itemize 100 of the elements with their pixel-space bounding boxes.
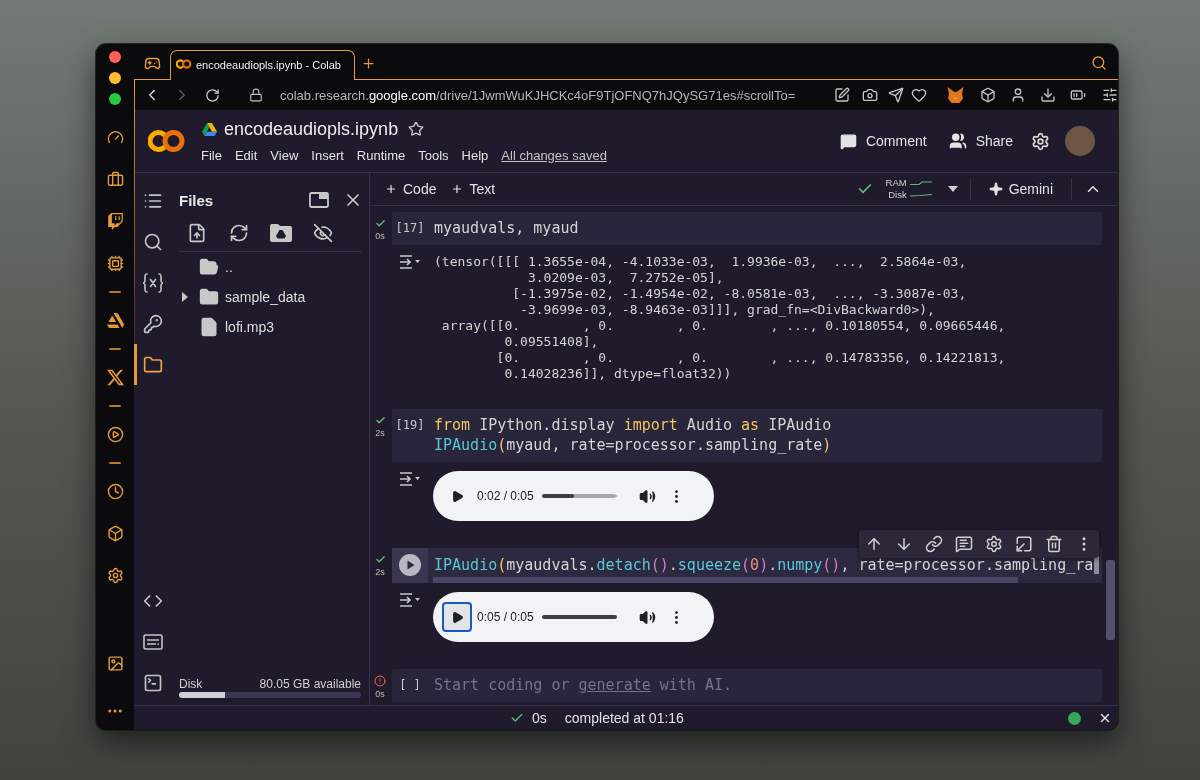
notebook-title[interactable]: encodeaudiopls.ipynb [224,118,399,140]
output-line: 0.14028236]], dtype=float32)) [503,366,733,382]
sliders-icon[interactable] [1102,87,1118,103]
code-cell-input[interactable]: [ ] Start coding or generate with AI. [392,669,1102,702]
file-icon [199,317,219,337]
browser-tab[interactable]: encodeaudiopls.ipynb - Colab [170,50,355,80]
person-icon[interactable] [1010,87,1026,103]
link-icon[interactable] [925,535,943,553]
output-line: 0.09551408], [503,334,600,350]
speech-bubble-icon[interactable] [106,212,124,230]
minimize-window-button[interactable] [109,72,121,84]
close-icon[interactable] [1098,711,1112,725]
battery-icon[interactable] [1070,87,1086,103]
output-line: -3.9699e-03, -8.9463e-03]]], grad_fn=<DivBackward0>), [519,302,936,318]
scrollbar-thumb[interactable] [1106,560,1115,640]
play-button[interactable] [442,602,472,632]
code-line: myaudvals, myaud [434,218,579,238]
arrow-down-icon[interactable] [895,535,913,553]
address-field[interactable]: colab.research.google.com/drive/1JwmWuKJHCKc4oF9TjOFNQ7hJQySG71es#scrollTo= [280,87,829,103]
square-arrow-icon[interactable] [1015,535,1033,553]
caret-down-icon[interactable] [947,186,958,192]
cube-icon[interactable] [980,87,996,103]
code-cell-input[interactable]: [17] myaudvals, myaud [392,212,1102,245]
terminal-icon [143,672,163,693]
settings-icon[interactable] [106,566,124,584]
menu-item[interactable]: Insert [311,147,344,163]
maximize-window-button[interactable] [109,93,121,105]
output-line: 3.0209e-03, 7.2752e-05], [526,270,725,286]
volume-icon[interactable] [638,608,656,626]
output-line: [0. , 0. , 0. , ..., 0.14783356, 0.14221813, [495,350,1007,366]
play-circle-icon [399,554,421,576]
file-tree-item[interactable]: .. [179,252,365,282]
add-cell-button[interactable]: Text [449,177,498,201]
audio-time: 0:02 / 0:05 [477,489,534,503]
menu-item[interactable]: Help [461,147,489,163]
search-icon[interactable] [1091,55,1107,71]
avatar[interactable] [1065,126,1095,156]
execution-count: [19] [395,417,425,434]
save-status-link[interactable]: All changes saved [501,147,607,163]
send-icon[interactable] [888,87,904,103]
chip-icon[interactable] [106,254,124,272]
code-cell-input[interactable]: IPAudio(myaudvals.detach().squeeze(0).numpy(), rate=processor.sampling_ra [392,548,1102,583]
output-line: array([[0. , 0. , 0. , ..., 0.10180554, 0.09665446, [440,318,1007,334]
run-duration: 2s [375,427,385,439]
menu-item[interactable]: Runtime [356,147,406,163]
ram-usage-sparkline [909,181,932,185]
menu-item[interactable]: Tools [418,147,449,163]
output-line: [-1.3975e-02, -1.4954e-02, -8.0581e-03, ..., -3.3087e-03, [511,286,968,302]
sparkle-icon [988,182,1003,196]
reload-icon[interactable] [205,87,220,103]
close-window-button[interactable] [109,51,121,63]
status-message: completed at 01:16 [564,710,684,726]
briefcase-icon[interactable] [106,170,124,188]
settings-icon[interactable] [1031,131,1050,151]
gauge-icon[interactable] [106,128,124,146]
edit-icon[interactable] [834,87,850,103]
camera-icon[interactable] [862,87,878,103]
new-tab-icon[interactable] [361,55,376,71]
menu-item[interactable]: File [201,147,222,163]
comment-button[interactable]: Comment [831,126,935,156]
code-cell-input[interactable]: [19] from IPython.display import Audio as IPAudio IPAudio(myaud, rate=processor.sampling_rate) [392,409,1102,462]
logo-icon [148,129,186,153]
share-button[interactable]: Share [940,126,1021,156]
menu-item[interactable]: Edit [234,147,258,163]
volume-icon[interactable] [638,487,656,505]
x-logo-icon[interactable] [106,368,124,386]
delete-icon[interactable] [1045,535,1063,553]
download-icon[interactable] [1040,87,1056,103]
run-duration: 2s [375,566,385,578]
drive-folder-icon [270,223,292,242]
play-circle-icon[interactable] [106,425,124,443]
caret-right-icon[interactable] [182,292,188,302]
cube-icon[interactable] [106,524,124,542]
horizontal-scrollbar[interactable] [433,577,1018,583]
heart-icon[interactable] [911,87,927,103]
key-icon [143,313,163,334]
window-icon [309,192,329,208]
disk-available: 80.05 GB available [259,677,361,691]
a-shape-icon[interactable] [106,311,124,329]
play-icon [450,489,464,503]
add-cell-button[interactable]: Code [383,177,439,201]
menu-item[interactable]: View [270,147,299,163]
run-cell-button[interactable] [398,553,422,577]
image-icon[interactable] [106,654,124,672]
braces-x-icon [142,272,164,293]
plus-icon [451,183,464,195]
comment-icon[interactable] [955,535,973,553]
file-tree-item[interactable]: lofi.mp3 [179,312,365,342]
disk-label: Disk [888,189,907,201]
settings-icon[interactable] [985,535,1003,553]
fox-icon[interactable] [947,87,964,103]
assistant-button[interactable]: Gemini [982,177,1059,201]
clock-icon[interactable] [106,482,124,500]
eye-off-icon [313,222,333,243]
star-icon[interactable] [408,121,425,137]
file-tree-item[interactable]: sample_data [179,282,365,312]
output-menu-icon[interactable] [399,593,421,607]
execution-count: [ ] [399,677,421,694]
output-menu-icon[interactable] [399,472,421,486]
output-menu-icon[interactable] [399,255,421,269]
